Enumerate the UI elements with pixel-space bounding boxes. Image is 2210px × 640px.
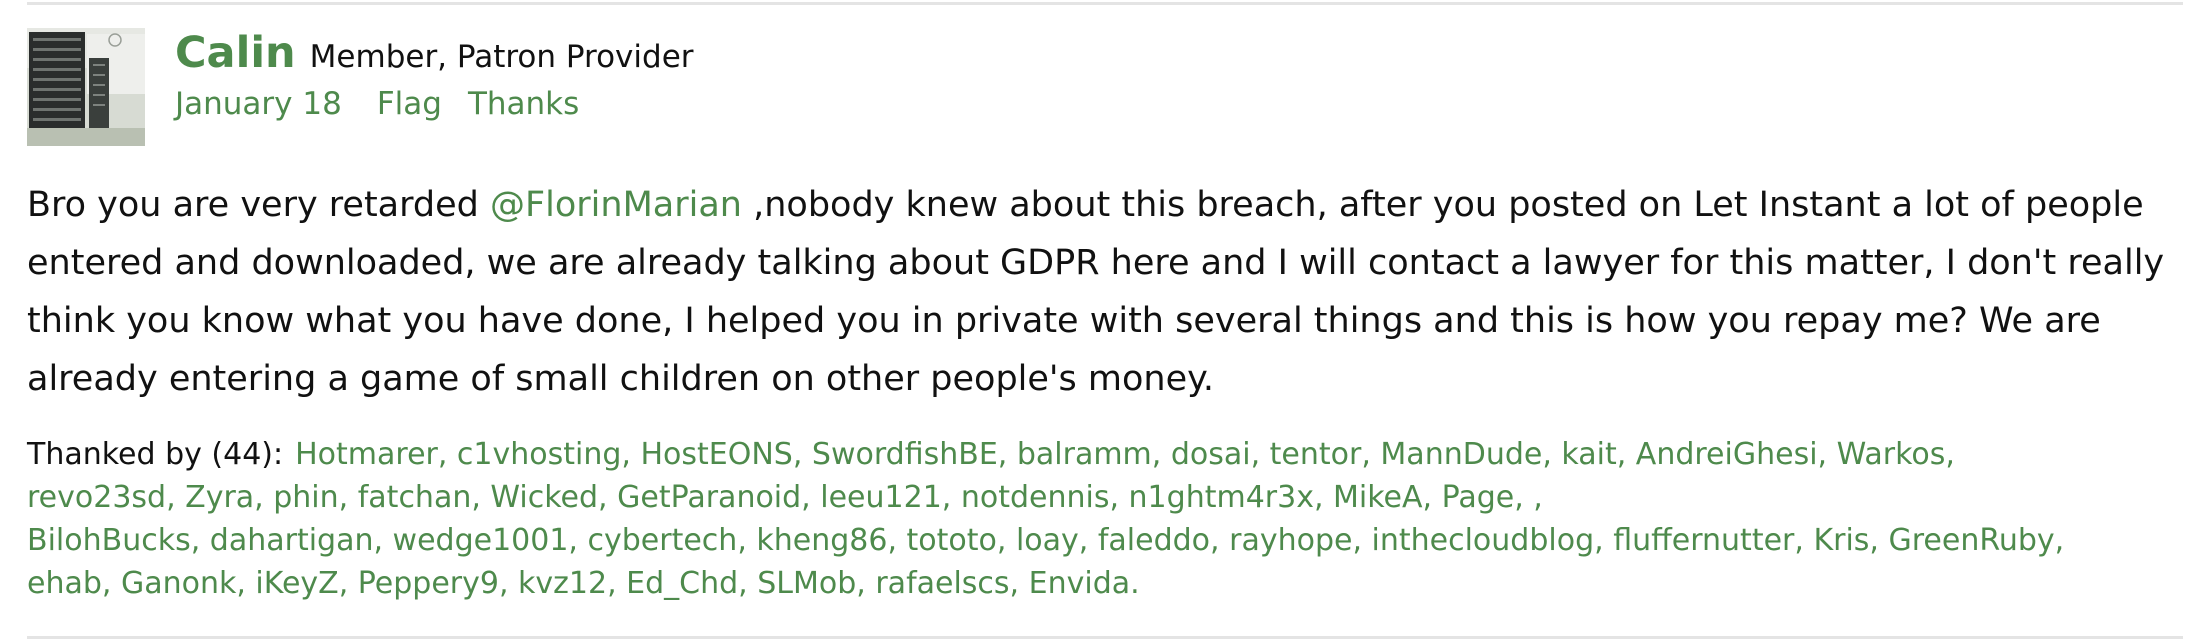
mention-link[interactable]: @FlorinMarian	[490, 185, 742, 225]
thanked-by-line-4[interactable]: ehab, Ganonk, iKeyZ, Peppery9, kvz12, Ed…	[27, 562, 2197, 605]
thanked-by-section: Thanked by (44): Hotmarer, c1vhosting, Ho…	[27, 433, 2197, 605]
comment-body: Bro you are very retarded @FlorinMarian …	[27, 176, 2187, 408]
top-divider	[27, 2, 2183, 5]
comment-date-link[interactable]: January 18	[175, 86, 342, 122]
comment-header: Calin Member, Patron Provider January 18…	[175, 28, 694, 122]
thanks-button[interactable]: Thanks	[468, 86, 579, 122]
thanked-by-line-2[interactable]: revo23sd, Zyra, phin, fatchan, Wicked, G…	[27, 476, 2197, 519]
author-name-link[interactable]: Calin	[175, 28, 296, 78]
avatar-image	[27, 28, 145, 146]
comment-meta: January 18 Flag Thanks	[175, 86, 694, 122]
author-line: Calin Member, Patron Provider	[175, 28, 694, 78]
thanked-by-line-3[interactable]: BilohBucks, dahartigan, wedge1001, cyber…	[27, 519, 2197, 562]
thanked-by-line-1: Thanked by (44): Hotmarer, c1vhosting, Ho…	[27, 433, 2197, 476]
bottom-divider	[27, 636, 2183, 639]
comment-body-text-start: Bro you are very retarded	[27, 185, 490, 225]
author-role: Member, Patron Provider	[309, 39, 694, 75]
avatar[interactable]	[27, 28, 145, 146]
flag-button[interactable]: Flag	[377, 86, 442, 122]
thanked-by-users[interactable]: Hotmarer, c1vhosting, HostEONS, Swordfis…	[295, 437, 1955, 472]
thanked-by-label: Thanked by (44):	[27, 437, 284, 472]
